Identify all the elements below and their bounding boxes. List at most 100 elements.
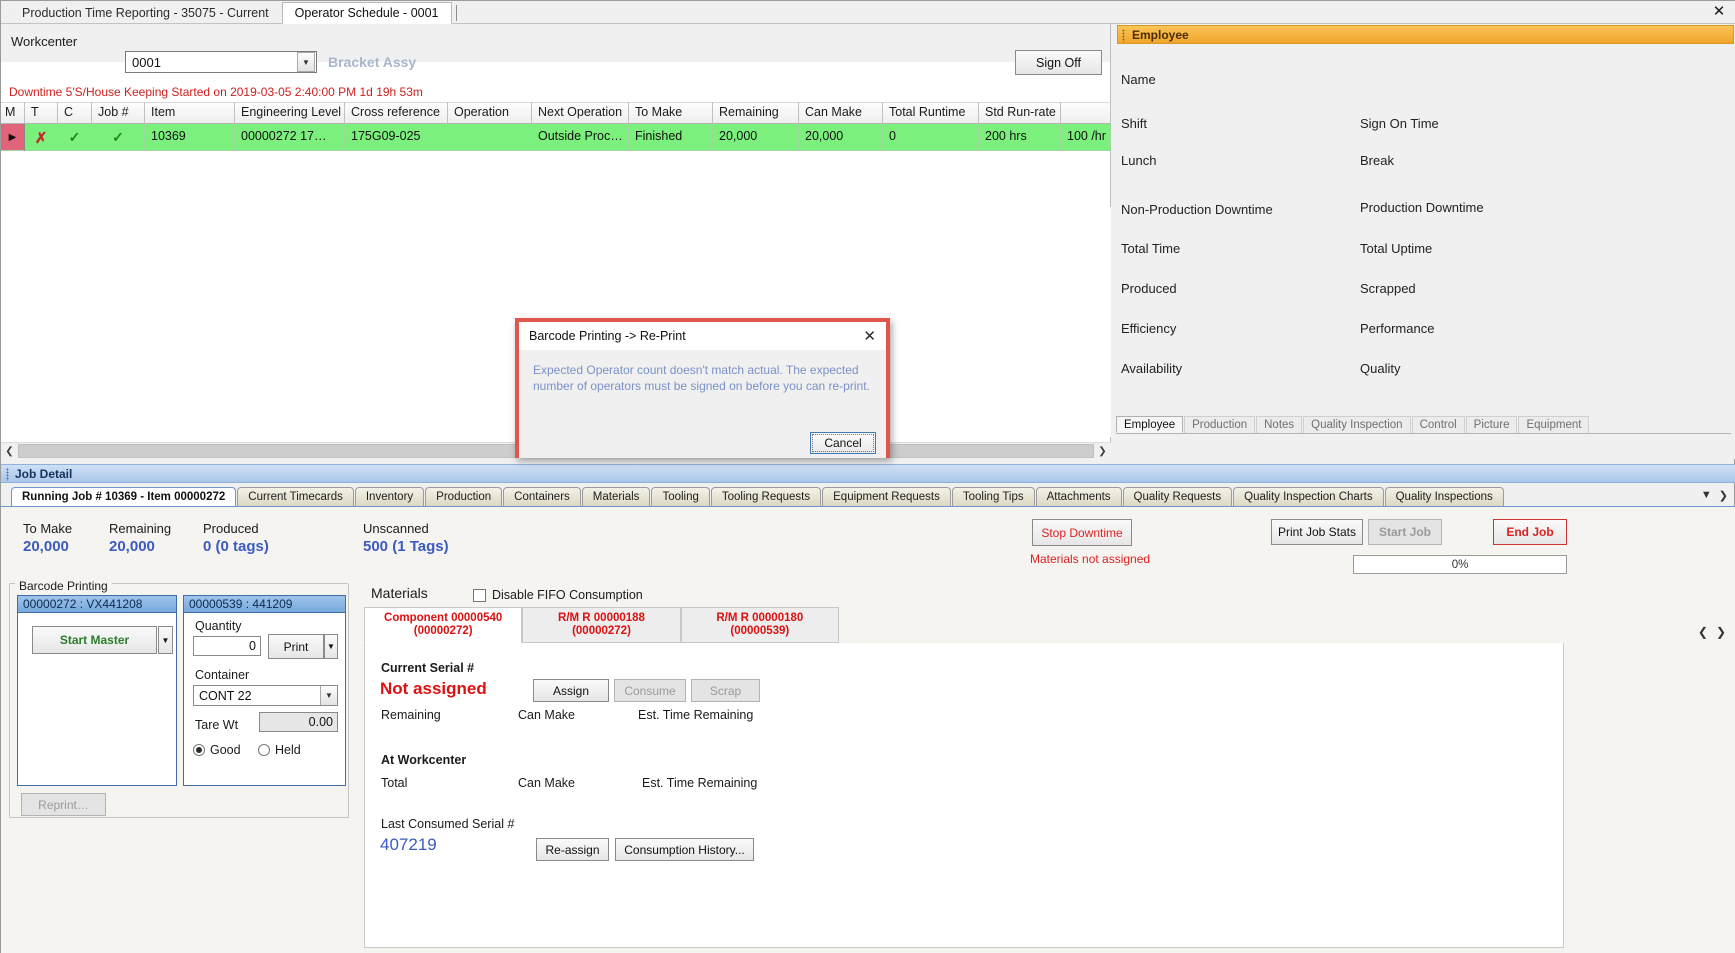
tab-notes[interactable]: Notes [1256, 416, 1303, 433]
barcode-right-panel-header: 00000539 : 441209 [184, 596, 345, 613]
column-header-item[interactable]: Item [145, 102, 235, 124]
print-dropdown-icon[interactable]: ▼ [324, 634, 338, 659]
column-header-total-runtime[interactable]: Total Runtime [883, 102, 979, 124]
drag-grip-icon[interactable] [6, 468, 9, 481]
tab-employee[interactable]: Employee [1116, 416, 1184, 433]
materials-tab-rm-00000180[interactable]: R/M R 00000180 (00000539) [680, 607, 839, 643]
end-job-button[interactable]: End Job [1493, 519, 1567, 545]
column-header-engineering-level[interactable]: Engineering Level [235, 102, 345, 124]
tab-control[interactable]: Control [1411, 416, 1465, 433]
chevron-down-icon[interactable]: ▼ [320, 686, 337, 705]
table-row[interactable]: ▶ ✗ ✓ ✓ 10369 00000272 17… 175G09-025 Ou… [1, 124, 1111, 151]
assign-button[interactable]: Assign [533, 679, 609, 702]
stat-unscanned: Unscanned 500 (1 Tags) [363, 521, 449, 555]
column-header-cross-reference[interactable]: Cross reference [345, 102, 448, 124]
tab-running-job[interactable]: Running Job # 10369 - Item 00000272 [11, 487, 237, 507]
container-select[interactable]: CONT 22 ▼ [193, 685, 338, 706]
barcode-printing-legend: Barcode Printing [15, 579, 112, 593]
employee-field-performance: Performance [1360, 321, 1435, 336]
row-selector[interactable]: ▶ [1, 124, 25, 151]
window-tab-operator-schedule[interactable]: Operator Schedule - 0001 [281, 2, 452, 24]
column-header-m[interactable]: M [1, 102, 25, 124]
window-tab-production-time-reporting[interactable]: Production Time Reporting - 35075 - Curr… [9, 2, 282, 24]
tab-picture[interactable]: Picture [1465, 416, 1518, 433]
materials-tab-component-00000540[interactable]: Component 00000540 (00000272) [364, 607, 523, 643]
tab-quality-inspections[interactable]: Quality Inspections [1384, 487, 1504, 507]
cell-can-make: 0 [883, 124, 979, 151]
materials-tab-bar: Component 00000540 (00000272) R/M R 0000… [364, 607, 839, 643]
tab-inventory[interactable]: Inventory [354, 487, 425, 507]
chevron-left-icon[interactable]: ❮ [1698, 625, 1708, 639]
stat-to-make-value: 20,000 [23, 538, 69, 555]
scroll-left-icon[interactable]: ❮ [1, 446, 18, 457]
consumption-history-button[interactable]: Consumption History... [615, 838, 754, 861]
start-job-button[interactable]: Start Job [1368, 519, 1442, 545]
scrap-button[interactable]: Scrap [691, 679, 760, 702]
tab-equipment[interactable]: Equipment [1518, 416, 1590, 433]
start-master-button[interactable]: Start Master [32, 626, 157, 654]
close-icon[interactable]: ✕ [1708, 3, 1730, 21]
chevron-right-icon[interactable]: ❯ [1719, 489, 1728, 502]
chevron-right-icon[interactable]: ❯ [1716, 625, 1726, 639]
column-header-to-make[interactable]: To Make [629, 102, 713, 124]
tab-current-timecards[interactable]: Current Timecards [237, 487, 354, 507]
column-header-job[interactable]: Job # [92, 102, 145, 124]
materials-tab-line1: R/M R 00000188 [558, 612, 645, 624]
tab-production[interactable]: Production [1184, 416, 1256, 433]
reprint-button[interactable]: Reprint… [21, 793, 106, 816]
tab-tooling-requests[interactable]: Tooling Requests [710, 487, 822, 507]
tab-quality-requests[interactable]: Quality Requests [1122, 487, 1233, 507]
job-detail-title: Job Detail [15, 466, 73, 481]
column-header-operation[interactable]: Operation [448, 102, 532, 124]
barcode-left-panel-header: 00000272 : VX441208 [18, 596, 176, 613]
chevron-down-icon[interactable]: ▼ [1701, 489, 1712, 502]
drag-grip-icon[interactable] [1122, 29, 1125, 42]
materials-tab-line2: (00000272) [413, 625, 473, 637]
employee-field-quality: Quality [1360, 361, 1401, 376]
tab-tooling[interactable]: Tooling [651, 487, 710, 507]
tab-containers[interactable]: Containers [503, 487, 581, 507]
re-assign-button[interactable]: Re-assign [536, 838, 609, 861]
materials-tab-rm-00000188[interactable]: R/M R 00000188 (00000272) [522, 607, 681, 643]
tab-quality-inspection[interactable]: Quality Inspection [1303, 416, 1411, 433]
tab-materials[interactable]: Materials [581, 487, 651, 507]
print-button[interactable]: Print [268, 634, 324, 659]
sign-off-button[interactable]: Sign Off [1015, 50, 1102, 75]
tab-tooling-tips[interactable]: Tooling Tips [951, 487, 1035, 507]
column-header-next-operation[interactable]: Next Operation [532, 102, 629, 124]
radio-held[interactable]: Held [258, 743, 301, 757]
current-serial-label: Current Serial # [381, 661, 475, 675]
column-header-remaining[interactable]: Remaining [713, 102, 799, 124]
row-selector-arrow-icon: ▶ [8, 131, 17, 143]
tab-production[interactable]: Production [425, 487, 503, 507]
stop-downtime-button[interactable]: Stop Downtime [1032, 519, 1132, 546]
cancel-button[interactable]: Cancel [810, 432, 876, 454]
workcenter-select[interactable]: 0001 ▼ [125, 51, 317, 73]
column-header-can-make[interactable]: Can Make [799, 102, 883, 124]
start-master-dropdown-icon[interactable]: ▼ [158, 626, 173, 654]
chevron-down-icon[interactable]: ▼ [297, 52, 315, 72]
scroll-right-icon[interactable]: ❯ [1094, 446, 1111, 457]
cell-std-run-rate: 100 /hr [1061, 124, 1111, 151]
stat-remaining-label: Remaining [109, 521, 172, 536]
employee-field-total-uptime: Total Uptime [1360, 241, 1433, 256]
tab-attachments[interactable]: Attachments [1035, 487, 1122, 507]
tare-wt-input[interactable]: 0.00 [259, 712, 338, 732]
quantity-input[interactable]: 0 [193, 636, 261, 656]
tab-quality-inspection-charts[interactable]: Quality Inspection Charts [1233, 487, 1384, 507]
employee-tab-bar: Employee Production Notes Quality Inspec… [1116, 416, 1731, 434]
consume-button[interactable]: Consume [614, 679, 686, 702]
print-job-stats-button[interactable]: Print Job Stats [1271, 519, 1363, 545]
column-header-std-run-rate[interactable]: Std Run-rate [979, 102, 1061, 124]
radio-good[interactable]: Good [193, 743, 241, 757]
column-header-t[interactable]: T [25, 102, 58, 124]
disable-fifo-checkbox[interactable]: Disable FIFO Consumption [473, 588, 643, 602]
stat-to-make-label: To Make [23, 521, 73, 536]
close-icon[interactable]: ✕ [859, 327, 880, 345]
column-header-c[interactable]: C [58, 102, 92, 124]
tab-equipment-requests[interactable]: Equipment Requests [822, 487, 951, 507]
checkbox-indicator [473, 588, 486, 602]
materials-tab-nav: ❮ ❯ [1698, 625, 1726, 639]
materials-tab-line1: Component 00000540 [384, 612, 503, 624]
dialog-message: Expected Operator count doesn't match ac… [519, 350, 886, 428]
